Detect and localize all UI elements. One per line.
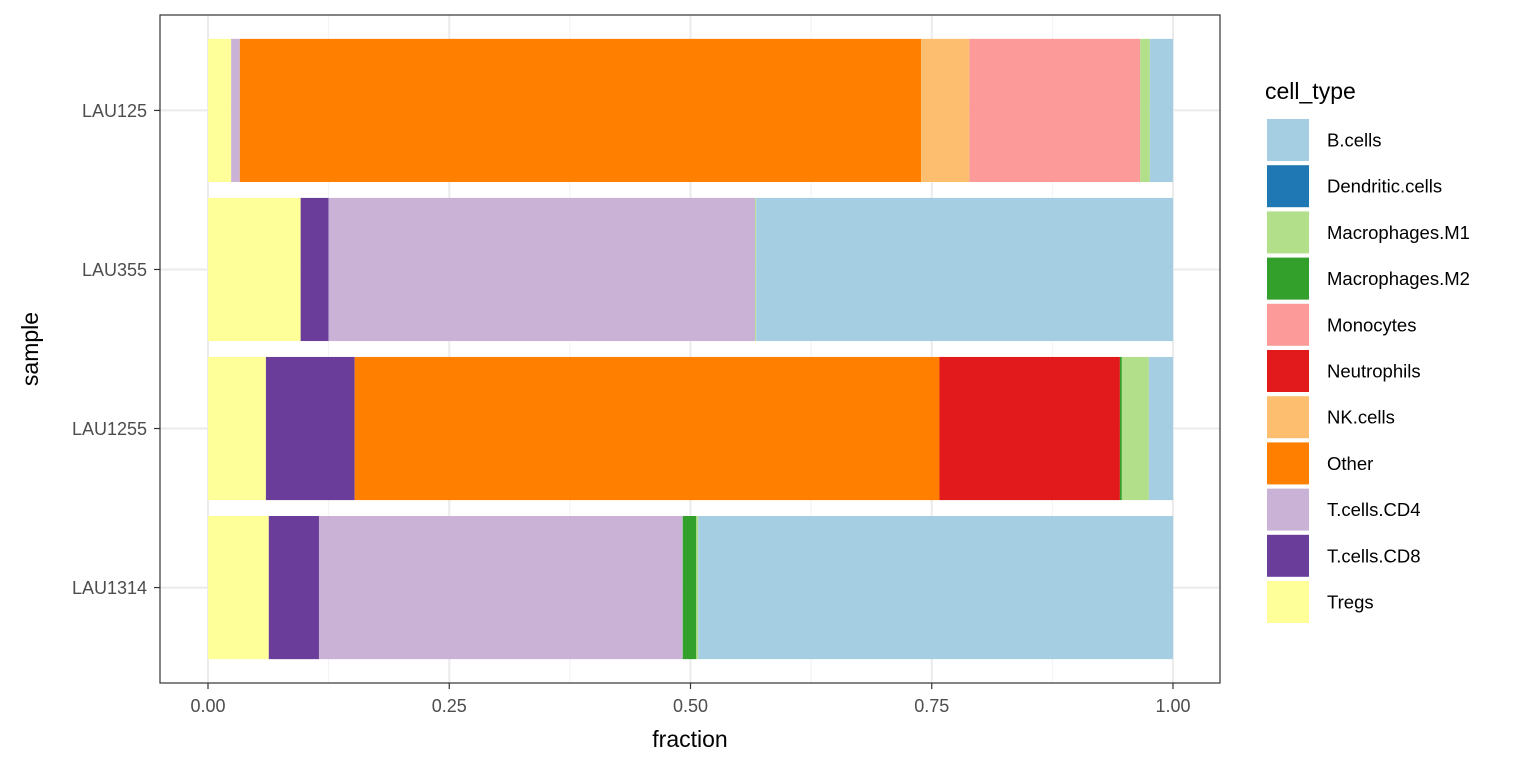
legend-key — [1267, 581, 1309, 623]
bar-segment-lau1255-b-cells — [1148, 356, 1173, 501]
bar-segment-lau355-t-cells-cd8 — [300, 197, 329, 342]
y-axis-title: sample — [17, 312, 43, 386]
bar-segment-lau355-t-cells-cd4 — [328, 197, 756, 342]
bar-segment-lau1314-macrophages-m2 — [682, 516, 697, 660]
bar-segment-lau125-nk-cells — [921, 38, 970, 182]
y-tick-label: LAU355 — [82, 260, 147, 280]
bar-segment-lau1255-tregs — [208, 356, 266, 501]
legend-label: NK.cells — [1327, 407, 1395, 428]
legend-key — [1267, 303, 1309, 346]
legend-label: T.cells.CD4 — [1327, 499, 1421, 520]
y-tick-label: LAU125 — [82, 101, 147, 121]
legend-label: Macrophages.M1 — [1327, 222, 1470, 243]
bar-segment-lau125-macrophages-m1 — [1140, 38, 1150, 182]
stacked-bar-chart: 0.00 0.25 0.50 0.75 1.00 LAU125 LAU355 LAU1255… — [0, 0, 1536, 768]
x-tick-label: 0.75 — [914, 696, 949, 716]
legend-label: Tregs — [1327, 592, 1374, 613]
bar-segment-lau355-macrophages-m1 — [755, 197, 757, 342]
bar-segment-lau1255-other — [354, 356, 940, 501]
y-tick-label: LAU1255 — [72, 419, 147, 439]
bar-segment-lau125-tregs — [208, 38, 232, 182]
legend-label: Dendritic.cells — [1327, 176, 1442, 197]
bar-segment-lau1314-tregs — [208, 516, 269, 660]
legend-key — [1267, 257, 1309, 300]
legend-label: B.cells — [1327, 130, 1382, 151]
x-tick-label: 0.00 — [190, 696, 225, 716]
x-tick-label: 0.50 — [673, 696, 708, 716]
bar-segment-lau1255-macrophages-m1 — [1121, 356, 1149, 501]
bar-segment-lau355-tregs — [208, 197, 301, 342]
y-tick-label: LAU1314 — [72, 578, 147, 598]
bar-segment-lau1314-b-cells — [698, 516, 1173, 660]
legend-label: Neutrophils — [1327, 361, 1421, 382]
bar-segment-lau125-b-cells — [1149, 38, 1173, 182]
legend-key — [1267, 488, 1309, 531]
legend-label: Monocytes — [1327, 314, 1416, 335]
legend-key — [1267, 534, 1309, 577]
bar-segment-lau125-other — [239, 38, 922, 182]
bar-segment-lau125-monocytes — [969, 38, 1141, 182]
bar-segment-lau1314-macrophages-m1 — [696, 516, 699, 660]
bar-segment-lau125-t-cells-cd4 — [231, 38, 240, 182]
bar-segment-lau355-b-cells — [756, 197, 1173, 342]
legend-key — [1267, 119, 1309, 161]
legend-label: Macrophages.M2 — [1327, 268, 1470, 289]
bar-segment-lau1255-neutrophils — [939, 356, 1120, 501]
bar-segment-lau1314-t-cells-cd8 — [268, 516, 319, 660]
bar-segment-lau1255-macrophages-m2 — [1119, 356, 1122, 501]
legend-title: cell_type — [1265, 78, 1356, 104]
legend-label: T.cells.CD8 — [1327, 545, 1421, 566]
x-axis-title: fraction — [652, 726, 727, 752]
bar-segment-lau1255-t-cells-cd8 — [265, 356, 355, 501]
legend-key — [1267, 396, 1309, 439]
legend-key — [1267, 442, 1309, 485]
bar-segment-lau1314-t-cells-cd4 — [318, 516, 683, 660]
legend-key — [1267, 350, 1309, 392]
legend-label: Other — [1327, 453, 1373, 474]
x-tick-label: 1.00 — [1155, 696, 1190, 716]
legend-key — [1267, 211, 1309, 254]
x-tick-label: 0.25 — [432, 696, 467, 716]
legend-key — [1267, 165, 1309, 208]
